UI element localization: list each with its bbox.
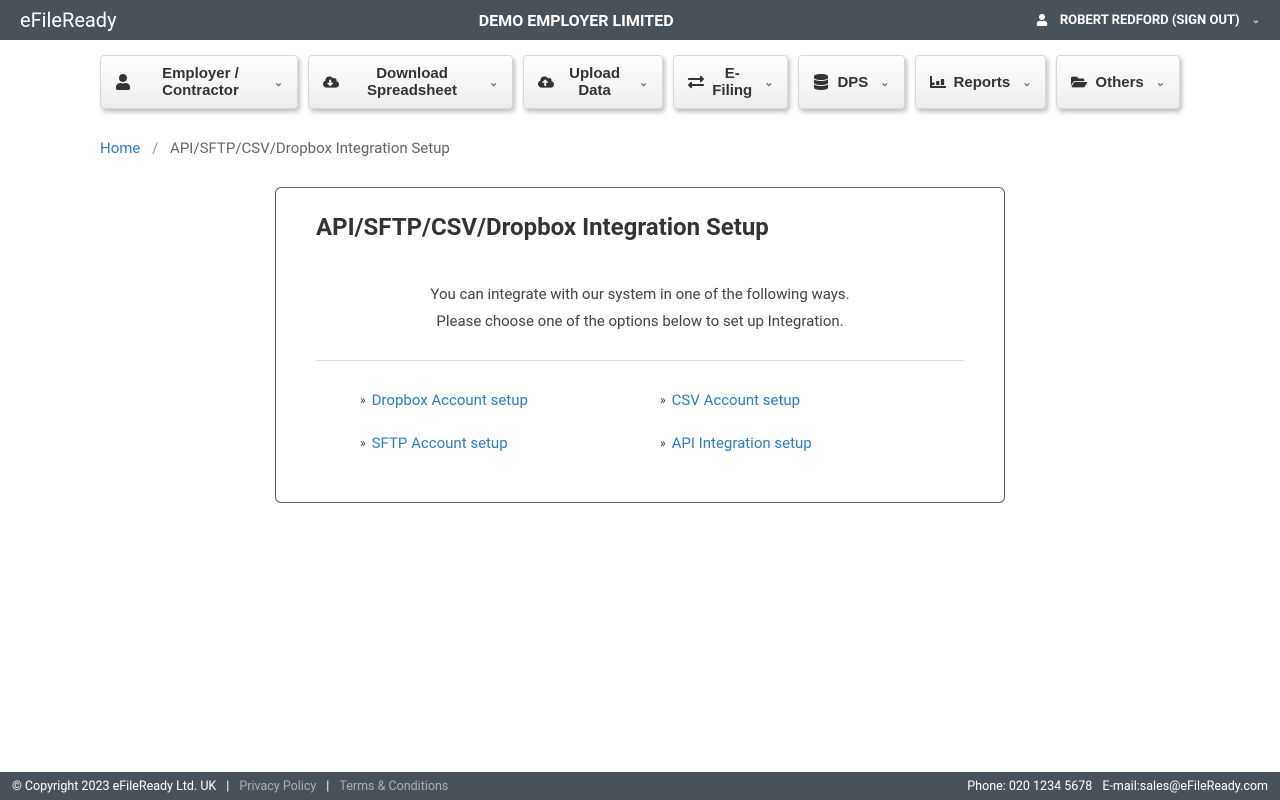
top-header: eFileReady DEMO EMPLOYER LIMITED ROBERT … [0, 0, 1280, 40]
nav-efiling[interactable]: E-Filing ⌄ [673, 55, 788, 109]
chevron-down-icon: ⌄ [1252, 15, 1260, 26]
divider [316, 360, 964, 361]
link-item-sftp: » SFTP Account setup [360, 434, 620, 452]
nav-label: DPS [837, 74, 868, 91]
nav-label: Others [1095, 74, 1143, 91]
integration-setup-panel: API/SFTP/CSV/Dropbox Integration Setup Y… [275, 187, 1005, 503]
nav-label: Reports [954, 74, 1011, 91]
privacy-policy-link[interactable]: Privacy Policy [239, 779, 316, 794]
link-item-api: » API Integration setup [660, 434, 920, 452]
folder-open-icon [1071, 74, 1087, 90]
company-name: DEMO EMPLOYER LIMITED [479, 11, 674, 30]
cloud-download-icon [323, 74, 339, 90]
exchange-icon [688, 74, 704, 90]
footer-separator: | [226, 779, 229, 794]
double-chevron-icon: » [660, 393, 666, 407]
phone-info: Phone: 020 1234 5678 [967, 779, 1092, 794]
breadcrumb-separator: / [152, 139, 158, 157]
footer-separator: | [326, 779, 329, 794]
panel-title: API/SFTP/CSV/Dropbox Integration Setup [316, 213, 964, 241]
terms-conditions-link[interactable]: Terms & Conditions [339, 779, 448, 794]
user-menu[interactable]: ROBERT REDFORD (SIGN OUT) ⌄ [1036, 13, 1260, 28]
panel-intro: You can integrate with our system in one… [316, 281, 964, 335]
breadcrumb-home[interactable]: Home [100, 139, 140, 157]
chevron-down-icon: ⌄ [639, 76, 648, 89]
chart-bar-icon [930, 74, 946, 90]
chevron-down-icon: ⌄ [1156, 76, 1165, 89]
copyright-text: © Copyright 2023 eFileReady Ltd. UK [12, 779, 216, 794]
database-icon [813, 74, 829, 90]
email-info: E-mail:sales@eFileReady.com [1102, 779, 1268, 794]
nav-employer-contractor[interactable]: Employer / Contractor ⌄ [100, 55, 298, 109]
intro-line-2: Please choose one of the options below t… [316, 308, 964, 335]
api-setup-link[interactable]: API Integration setup [672, 434, 812, 452]
chevron-down-icon: ⌄ [764, 76, 773, 89]
nav-label: Upload Data [562, 65, 627, 99]
nav-download-spreadsheet[interactable]: Download Spreadsheet ⌄ [308, 55, 513, 109]
double-chevron-icon: » [360, 436, 366, 450]
user-icon [115, 74, 131, 90]
intro-line-1: You can integrate with our system in one… [316, 281, 964, 308]
chevron-down-icon: ⌄ [489, 76, 498, 89]
nav-upload-data[interactable]: Upload Data ⌄ [523, 55, 663, 109]
footer-left: © Copyright 2023 eFileReady Ltd. UK | Pr… [12, 779, 448, 794]
footer: © Copyright 2023 eFileReady Ltd. UK | Pr… [0, 772, 1280, 800]
csv-setup-link[interactable]: CSV Account setup [672, 391, 800, 409]
nav-dps[interactable]: DPS ⌄ [798, 55, 904, 109]
cloud-upload-icon [538, 74, 554, 90]
double-chevron-icon: » [660, 436, 666, 450]
footer-right: Phone: 020 1234 5678 E-mail:sales@eFileR… [967, 779, 1268, 794]
nav-label: Employer / Contractor [139, 65, 262, 99]
breadcrumb-current: API/SFTP/CSV/Dropbox Integration Setup [170, 139, 450, 157]
sftp-setup-link[interactable]: SFTP Account setup [372, 434, 508, 452]
link-item-csv: » CSV Account setup [660, 391, 920, 409]
nav-label: Download Spreadsheet [347, 65, 477, 99]
nav-label: E-Filing [712, 65, 752, 99]
main-nav: Employer / Contractor ⌄ Download Spreads… [0, 40, 1280, 124]
brand-logo[interactable]: eFileReady [20, 8, 117, 32]
double-chevron-icon: » [360, 393, 366, 407]
nav-reports[interactable]: Reports ⌄ [915, 55, 1047, 109]
user-name: ROBERT REDFORD (SIGN OUT) [1060, 13, 1240, 28]
chevron-down-icon: ⌄ [1022, 76, 1031, 89]
dropbox-setup-link[interactable]: Dropbox Account setup [372, 391, 528, 409]
user-icon [1036, 14, 1048, 26]
setup-links: » Dropbox Account setup » CSV Account se… [360, 391, 920, 452]
chevron-down-icon: ⌄ [274, 76, 283, 89]
nav-others[interactable]: Others ⌄ [1056, 55, 1180, 109]
chevron-down-icon: ⌄ [880, 76, 889, 89]
breadcrumb: Home / API/SFTP/CSV/Dropbox Integration … [0, 124, 1280, 167]
link-item-dropbox: » Dropbox Account setup [360, 391, 620, 409]
